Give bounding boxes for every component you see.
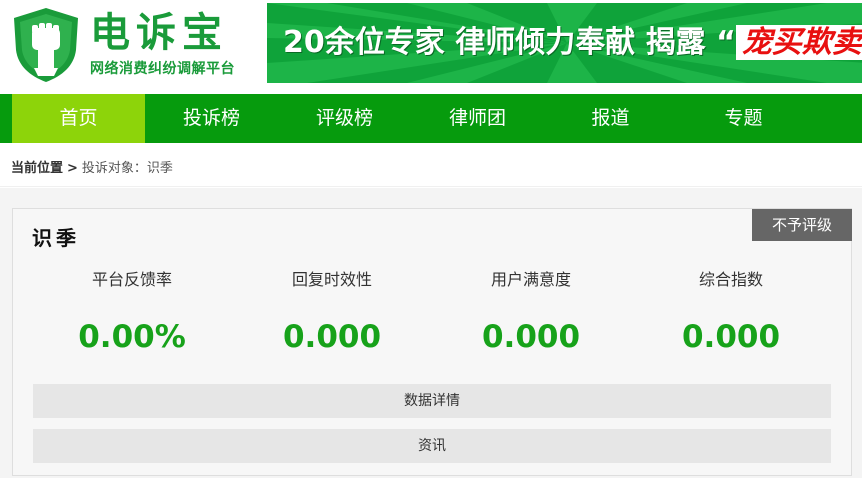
- banner-text-before: 20余位专家 律师倾力奉献 揭露 “: [283, 25, 736, 60]
- metric-value: 0.000: [681, 319, 781, 355]
- breadcrumb-path: 投诉对象：识季: [81, 161, 173, 176]
- data-detail-button[interactable]: 数据详情: [33, 384, 831, 418]
- company-summary-card: 识季 不予评级 平台反馈率 0.00% 回复时效性 0.000 用户满意度 0.…: [12, 208, 852, 476]
- main-nav: 首页 投诉榜 评级榜 律师团 报道 专题: [0, 94, 862, 143]
- news-button[interactable]: 资讯: [33, 429, 831, 463]
- metric-user-satisfaction: 用户满意度 0.000: [431, 269, 631, 357]
- banner-headline: 20余位专家 律师倾力奉献 揭露 “宠买欺卖” 现: [283, 21, 862, 65]
- metric-overall-index: 综合指数 0.000: [631, 269, 831, 357]
- company-title: 识季: [32, 226, 80, 250]
- brand-slogan: 网络消费纠纷调解平台: [90, 61, 235, 77]
- metric-value: 0.00%: [78, 319, 186, 355]
- metric-label: 平台反馈率: [91, 270, 172, 289]
- metric-label: 回复时效性: [291, 270, 372, 289]
- nav-item-topics[interactable]: 专题: [677, 94, 810, 143]
- breadcrumb-bar: 当前位置 > 投诉对象：识季: [0, 143, 862, 187]
- metric-value: 0.000: [282, 319, 382, 355]
- breadcrumb-current-label: 当前位置: [11, 161, 64, 176]
- metric-feedback-rate: 平台反馈率 0.00%: [32, 269, 232, 357]
- site-header: 电诉宝 网络消费纠纷调解平台 20余位专家 律师倾力奉献 揭露 “宠买欺卖” 现: [0, 0, 862, 92]
- brand-name: 电诉宝: [90, 10, 228, 56]
- nav-item-rating-ranking[interactable]: 评级榜: [278, 94, 411, 143]
- banner-highlight: 宠买欺卖: [735, 25, 862, 60]
- metric-label: 综合指数: [698, 270, 763, 289]
- fist-shield-icon: [14, 8, 78, 82]
- breadcrumb: 当前位置 > 投诉对象：识季: [11, 157, 173, 176]
- nav-item-reports[interactable]: 报道: [544, 94, 677, 143]
- nav-item-lawyer-team[interactable]: 律师团: [411, 94, 544, 143]
- nav-item-home[interactable]: 首页: [12, 94, 145, 143]
- breadcrumb-separator: >: [67, 161, 78, 176]
- site-logo[interactable]: 电诉宝 网络消费纠纷调解平台: [10, 6, 260, 84]
- rating-status-badge[interactable]: 不予评级: [752, 209, 852, 241]
- metric-value: 0.000: [481, 319, 581, 355]
- metric-label: 用户满意度: [490, 270, 571, 289]
- metric-reply-timeliness: 回复时效性 0.000: [232, 269, 432, 357]
- nav-item-complaint-ranking[interactable]: 投诉榜: [145, 94, 278, 143]
- promo-banner[interactable]: 20余位专家 律师倾力奉献 揭露 “宠买欺卖” 现: [267, 3, 862, 83]
